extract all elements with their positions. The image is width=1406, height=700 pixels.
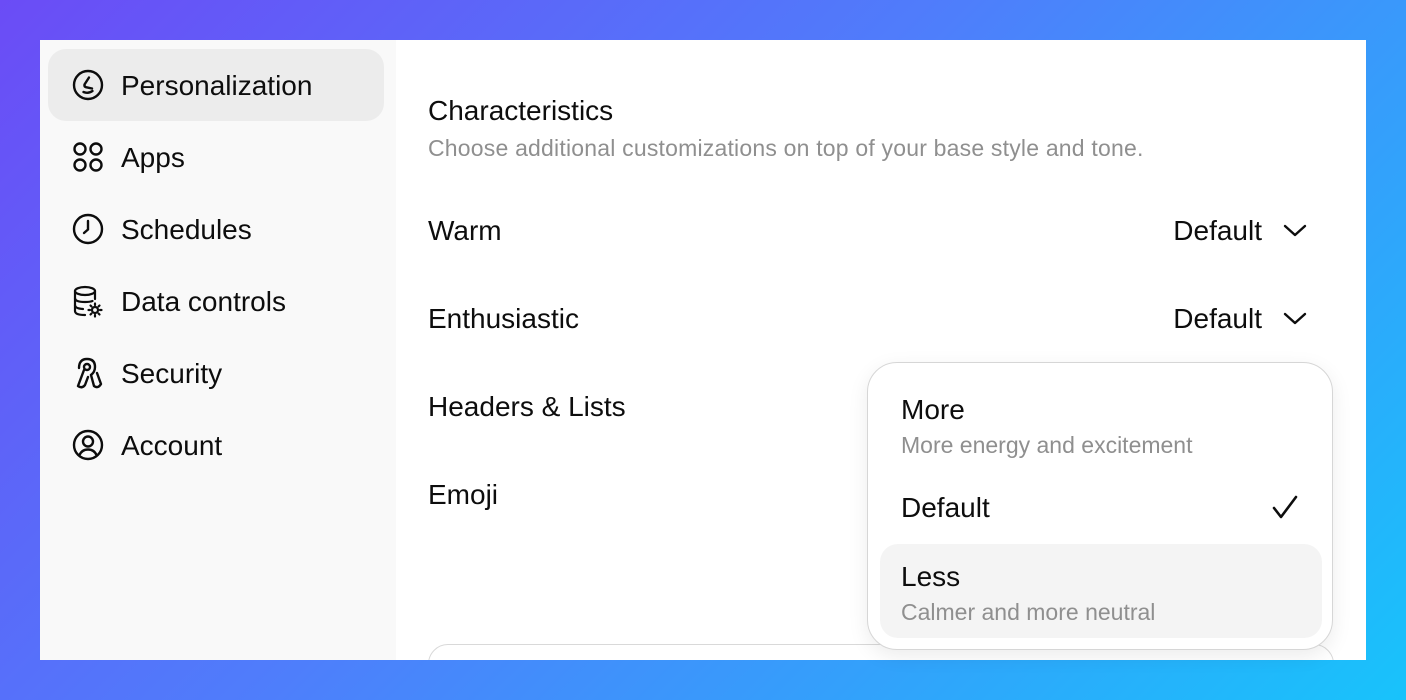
clock-icon (70, 211, 106, 247)
sidebar-item-label: Account (121, 430, 223, 461)
checkmark-icon (1272, 495, 1298, 519)
select-value: Default (1173, 215, 1262, 246)
option-label: More (901, 394, 965, 425)
row-label-headers-lists: Headers & Lists (428, 391, 626, 422)
settings-sidebar: Personalization Apps Schedules Data cont… (40, 40, 396, 660)
option-label: Default (901, 492, 990, 523)
sidebar-item-label: Schedules (121, 214, 252, 245)
warm-select[interactable]: Default (1173, 213, 1308, 249)
user-circle-icon (70, 427, 106, 463)
security-icon (70, 355, 106, 391)
sidebar-item-label: Data controls (121, 286, 286, 317)
sidebar-item-apps[interactable]: Apps (48, 121, 384, 193)
option-description: More energy and excitement (901, 432, 1193, 458)
sidebar-item-label: Security (121, 358, 223, 389)
option-default[interactable]: Default (880, 475, 1322, 541)
sidebar-item-label: Apps (121, 142, 185, 173)
row-label-warm: Warm (428, 215, 502, 246)
chevron-down-icon (1283, 312, 1307, 325)
personalization-icon (70, 67, 106, 103)
sidebar-item-label: Personalization (121, 70, 313, 101)
select-value: Default (1173, 303, 1262, 334)
option-description: Calmer and more neutral (901, 599, 1156, 625)
option-less[interactable]: Less Calmer and more neutral (880, 544, 1322, 638)
chevron-down-icon (1283, 224, 1307, 237)
sidebar-item-data-controls[interactable]: Data controls (48, 265, 384, 337)
option-label: Less (901, 561, 961, 592)
section-title: Characteristics (428, 95, 614, 126)
sidebar-item-schedules[interactable]: Schedules (48, 193, 384, 265)
sidebar-item-security[interactable]: Security (48, 337, 384, 409)
row-label-enthusiastic: Enthusiastic (428, 303, 579, 334)
sidebar-item-account[interactable]: Account (48, 409, 384, 481)
apps-icon (70, 139, 106, 175)
enthusiastic-select[interactable]: Default (1173, 301, 1308, 337)
enthusiastic-dropdown-menu: More More energy and excitement Default … (867, 362, 1333, 650)
database-gear-icon (70, 283, 106, 319)
section-description: Choose additional customizations on top … (428, 135, 1144, 161)
row-label-emoji: Emoji (428, 479, 499, 510)
option-more[interactable]: More More energy and excitement (880, 375, 1322, 471)
sidebar-item-personalization[interactable]: Personalization (48, 49, 384, 121)
